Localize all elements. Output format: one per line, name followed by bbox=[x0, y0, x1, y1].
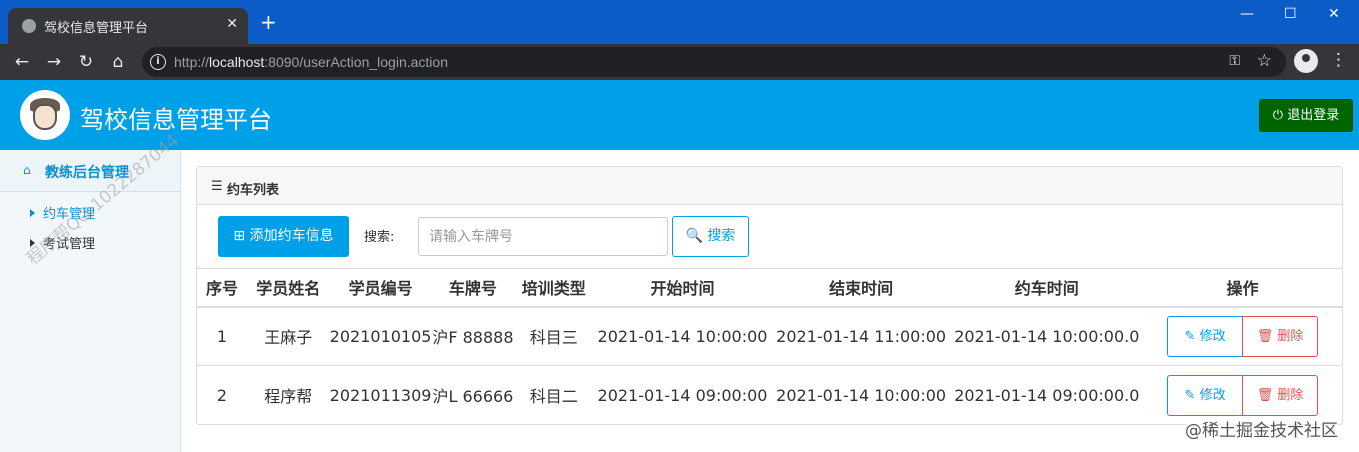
logout-button[interactable]: ⏻ 退出登录 bbox=[1259, 99, 1353, 132]
search-input[interactable] bbox=[418, 217, 668, 256]
edit-button[interactable]: ✎ 修改 bbox=[1167, 315, 1244, 357]
tab-close-icon[interactable]: ✕ bbox=[226, 16, 238, 32]
app-header: 驾校信息管理平台 ⏻ 退出登录 bbox=[0, 80, 1359, 150]
minimize-icon[interactable]: — bbox=[1240, 6, 1254, 22]
browser-titlebar: 驾校信息管理平台 ✕ + — ☐ ✕ bbox=[0, 0, 1359, 44]
table-row: 1 王麻子 2021010105 沪F 88888 科目三 2021-01-14… bbox=[197, 306, 1342, 366]
back-icon[interactable]: ← bbox=[10, 50, 34, 74]
globe-icon bbox=[22, 19, 36, 33]
add-booking-button[interactable]: ⊞ 添加约车信息 bbox=[218, 216, 349, 257]
browser-menu-icon[interactable]: ⋮ bbox=[1330, 50, 1347, 70]
search-label: 搜索: bbox=[364, 230, 395, 245]
address-bar[interactable]: i http://localhost:8090/userAction_login… bbox=[142, 47, 1286, 77]
column-header: 结束时间 bbox=[771, 268, 951, 308]
edit-button[interactable]: ✎ 修改 bbox=[1167, 374, 1244, 416]
browser-tab[interactable]: 驾校信息管理平台 ✕ bbox=[8, 8, 248, 44]
cell-training-type: 科目二 bbox=[529, 387, 578, 407]
column-header: 学员姓名 bbox=[246, 268, 330, 308]
cell-start-time: 2021-01-14 09:00:00 bbox=[597, 385, 768, 405]
list-icon: ☰ bbox=[211, 179, 223, 194]
cell-plate: 沪F 88888 bbox=[431, 306, 515, 366]
home-icon: ⌂ bbox=[23, 163, 31, 177]
cell-end-time: 2021-01-14 11:00:00 bbox=[771, 306, 951, 366]
window-close-icon[interactable]: ✕ bbox=[1328, 6, 1340, 22]
reload-icon[interactable]: ↻ bbox=[74, 50, 98, 74]
column-header: 车牌号 bbox=[431, 268, 515, 308]
cell-student-name: 王麻子 bbox=[246, 306, 330, 366]
cell-booking-time: 2021-01-14 10:00:00.0 bbox=[950, 306, 1144, 366]
info-icon[interactable]: i bbox=[150, 54, 166, 70]
cell-student-id: 2021010105 bbox=[329, 306, 432, 366]
column-header: 开始时间 bbox=[593, 268, 772, 308]
home-icon[interactable]: ⌂ bbox=[106, 50, 130, 74]
column-header: 学员编号 bbox=[329, 268, 432, 308]
column-header: 培训类型 bbox=[514, 268, 594, 308]
key-icon[interactable]: ⚿ bbox=[1229, 53, 1240, 69]
cell-training-type: 科目三 bbox=[514, 306, 594, 366]
cell-end-time: 2021-01-14 10:00:00 bbox=[776, 385, 947, 405]
tab-title: 驾校信息管理平台 bbox=[44, 20, 149, 35]
column-header: 序号 bbox=[197, 268, 247, 308]
source-watermark: @稀土掘金技术社区 bbox=[1185, 416, 1338, 441]
maximize-icon[interactable]: ☐ bbox=[1284, 6, 1297, 22]
cell-index: 2 bbox=[216, 385, 228, 405]
cell-index: 1 bbox=[197, 306, 247, 366]
panel-title: 约车列表 bbox=[227, 183, 280, 198]
search-button[interactable]: 🔍 搜索 bbox=[672, 216, 749, 257]
column-header: 操作 bbox=[1143, 268, 1342, 308]
caret-right-icon bbox=[30, 209, 35, 217]
cell-student-name: 程序帮 bbox=[264, 387, 313, 407]
cell-actions: ✎ 修改 🗑 删除 bbox=[1143, 306, 1342, 366]
cell-plate: 沪L 66666 bbox=[432, 387, 514, 407]
table-row: 2 程序帮 2021011309 沪L 66666 科目二 2021-01-14… bbox=[197, 366, 1342, 425]
booking-panel: ☰ 约车列表 ⊞ 添加约车信息 搜索: 🔍 搜索 序号 学员姓名 学员编号 车牌… bbox=[196, 166, 1343, 425]
panel-header: ☰ 约车列表 bbox=[197, 167, 1342, 205]
forward-icon[interactable]: → bbox=[42, 50, 66, 74]
profile-avatar-icon[interactable] bbox=[1294, 49, 1318, 73]
delete-button[interactable]: 🗑 删除 bbox=[1242, 315, 1319, 357]
cell-student-id: 2021011309 bbox=[329, 385, 432, 405]
delete-button[interactable]: 🗑 删除 bbox=[1242, 374, 1319, 416]
cell-booking-time: 2021-01-14 09:00:00.0 bbox=[954, 385, 1140, 405]
booking-table: 序号 学员姓名 学员编号 车牌号 培训类型 开始时间 结束时间 约车时间 操作 … bbox=[197, 268, 1342, 425]
bookmark-star-icon[interactable]: ☆ bbox=[1257, 51, 1272, 71]
browser-toolbar: ← → ↻ ⌂ i http://localhost:8090/userActi… bbox=[0, 44, 1359, 80]
table-header-row: 序号 学员姓名 学员编号 车牌号 培训类型 开始时间 结束时间 约车时间 操作 bbox=[197, 268, 1342, 308]
url-text[interactable]: http://localhost:8090/userAction_login.a… bbox=[174, 54, 448, 70]
column-header: 约车时间 bbox=[950, 268, 1144, 308]
app-title: 驾校信息管理平台 bbox=[80, 106, 272, 134]
cell-start-time: 2021-01-14 10:00:00 bbox=[593, 306, 772, 366]
new-tab-icon[interactable]: + bbox=[260, 12, 277, 32]
avatar bbox=[20, 90, 70, 140]
